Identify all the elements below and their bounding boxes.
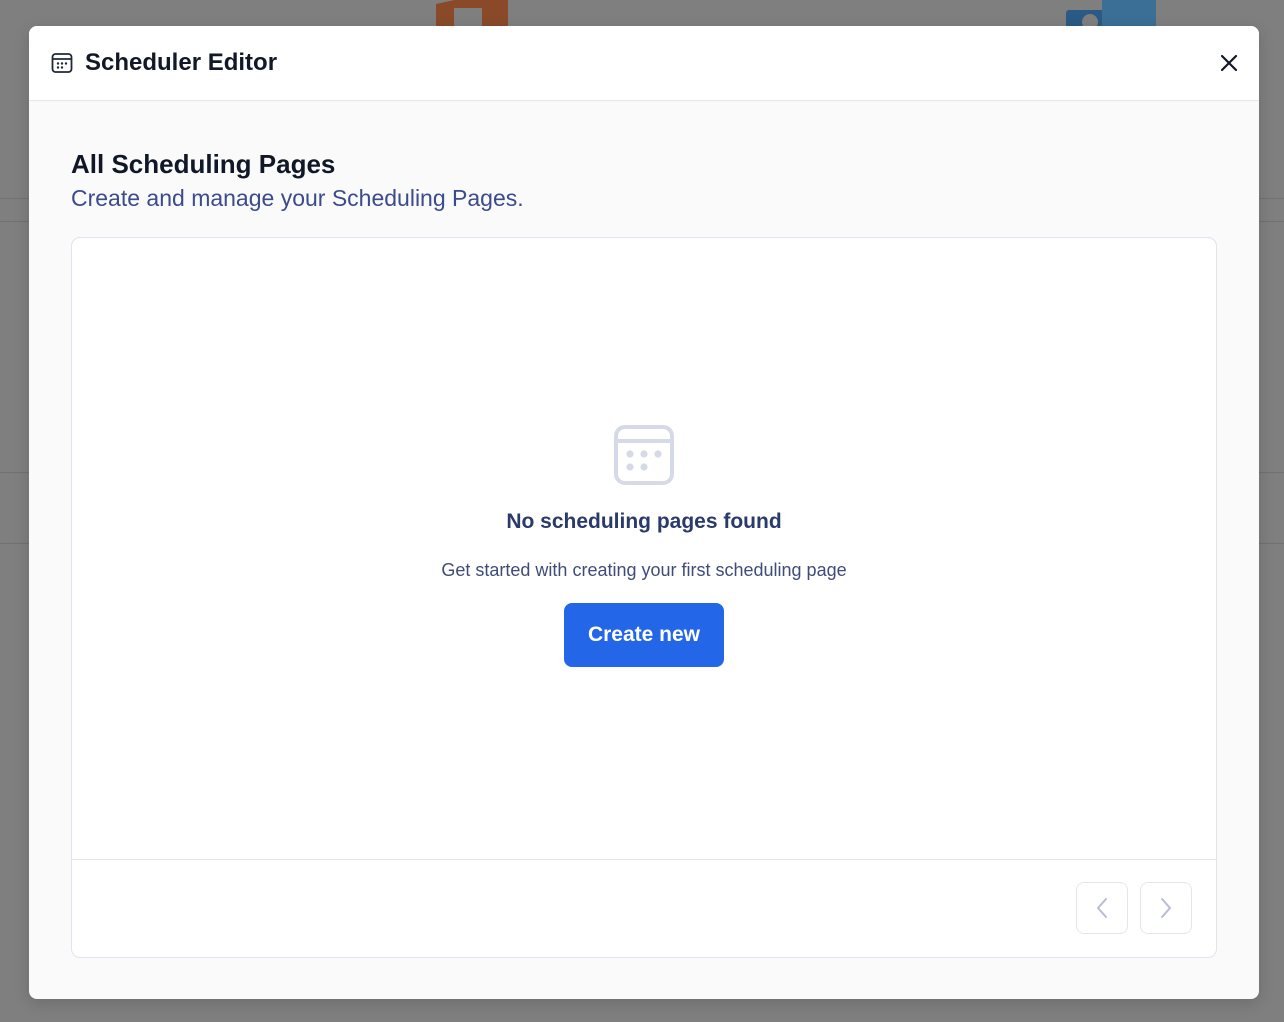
scheduler-editor-modal: Scheduler Editor All Scheduling Pages Cr… (29, 26, 1259, 999)
pagination-footer (72, 859, 1216, 957)
modal-title: Scheduler Editor (85, 49, 278, 76)
empty-state-description: Get started with creating your first sch… (441, 560, 847, 580)
chevron-left-icon (1097, 898, 1107, 918)
chevron-right-icon (1161, 898, 1171, 918)
office-logo-icon (436, 0, 508, 26)
close-button[interactable] (1214, 48, 1244, 78)
page-title: All Scheduling Pages (71, 149, 336, 179)
close-icon (1220, 54, 1238, 72)
page-subtitle: Create and manage your Scheduling Pages. (71, 185, 524, 211)
create-new-button[interactable]: Create new (564, 603, 724, 667)
modal-header: Scheduler Editor (29, 26, 1259, 101)
calendar-icon (614, 425, 674, 485)
empty-state-title: No scheduling pages found (506, 510, 782, 533)
previous-page-button[interactable] (1076, 882, 1128, 934)
scheduling-pages-card: No scheduling pages found Get started wi… (71, 237, 1217, 958)
modal-body: All Scheduling Pages Create and manage y… (29, 101, 1259, 213)
calendar-icon (51, 52, 73, 74)
empty-state: No scheduling pages found Get started wi… (72, 424, 1216, 667)
next-page-button[interactable] (1140, 882, 1192, 934)
outlook-logo-icon (1066, 0, 1156, 28)
